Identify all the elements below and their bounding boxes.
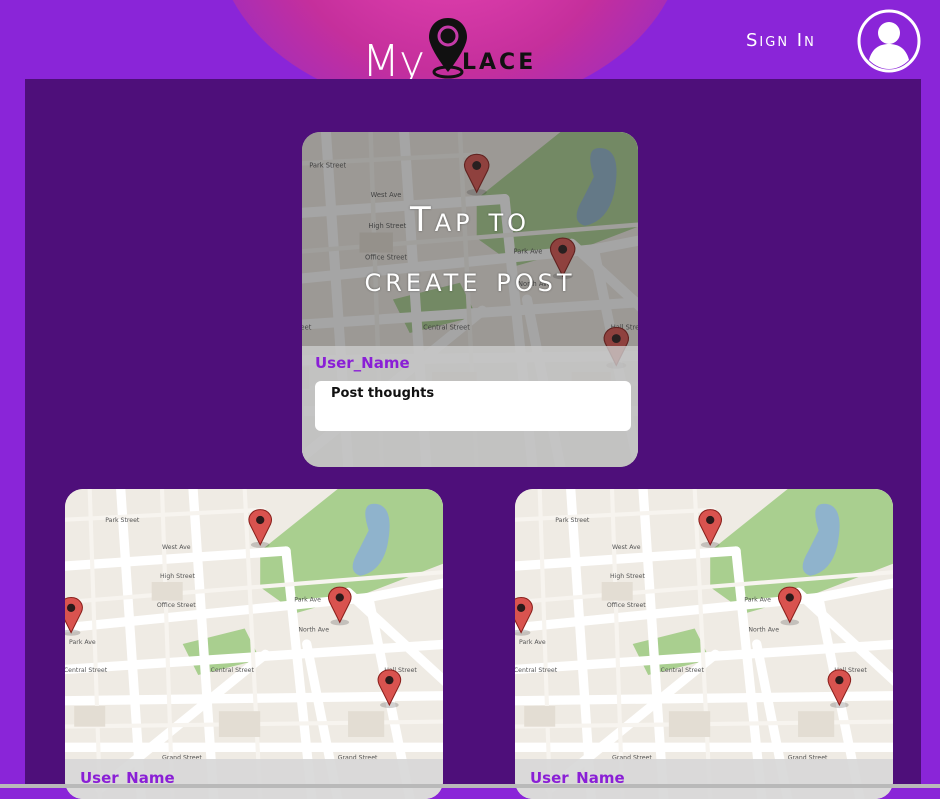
logo-suffix: LACE: [462, 50, 537, 75]
app-logo[interactable]: My LACE: [360, 14, 540, 88]
map-thumbnail: [65, 489, 443, 799]
create-post-card[interactable]: Tap to create post User_Name Post though…: [302, 132, 638, 467]
bottom-divider: [0, 784, 940, 788]
create-post-title-line2: create post: [364, 260, 576, 300]
user-avatar-icon[interactable]: [856, 8, 922, 74]
post-thoughts-input[interactable]: Post thoughts: [315, 381, 631, 431]
create-post-title-line1: Tap to: [409, 200, 531, 240]
feed-post-info: User_Name: [65, 759, 443, 799]
feed-post-card[interactable]: User_Name: [65, 489, 443, 799]
post-compose-panel: User_Name Post thoughts: [302, 346, 638, 467]
map-thumbnail: [515, 489, 893, 799]
create-post-title[interactable]: Tap to create post: [302, 190, 638, 310]
sign-in-link[interactable]: Sign In: [746, 30, 816, 51]
main-feed: Tap to create post User_Name Post though…: [25, 79, 921, 799]
header: My LACE Sign In: [0, 0, 940, 110]
post-username: User_Name: [315, 354, 410, 372]
feed-post-card[interactable]: User_Name: [515, 489, 893, 799]
feed-post-info: User_Name: [515, 759, 893, 799]
